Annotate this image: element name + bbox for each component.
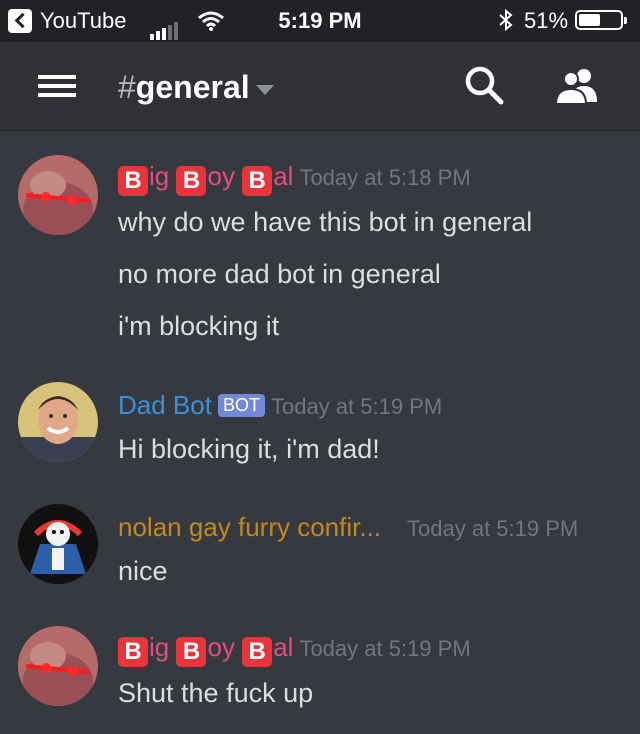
author-name[interactable]: nolan gay furry confir... xyxy=(118,512,381,542)
hamburger-menu-icon[interactable] xyxy=(38,75,76,97)
message-text: why do we have this bot in general xyxy=(118,207,533,237)
bluetooth-icon xyxy=(499,8,513,32)
author-name[interactable]: Big Boy Bal xyxy=(118,161,293,196)
battery-icon xyxy=(575,10,627,30)
channel-name: general xyxy=(135,69,250,105)
avatar[interactable] xyxy=(18,626,98,706)
author-name[interactable]: Big Boy Bal xyxy=(118,632,293,667)
message-text: no more dad bot in general xyxy=(118,259,441,289)
battery-percent: 51% xyxy=(524,8,569,33)
author-row: Big Boy Bal Today at 5:18 PM xyxy=(118,161,471,196)
timestamp: Today at 5:18 PM xyxy=(299,165,471,190)
avatar[interactable] xyxy=(18,382,98,462)
avatar[interactable] xyxy=(18,155,98,235)
author-name[interactable]: Dad Bot xyxy=(118,390,212,420)
message-text: Hi blocking it, i'm dad! xyxy=(118,434,380,464)
author-row: Dad Bot BOT Today at 5:19 PM xyxy=(118,390,442,421)
message-text: i'm blocking it xyxy=(118,311,280,341)
search-icon[interactable] xyxy=(463,64,507,108)
bot-badge: BOT xyxy=(217,394,265,417)
channel-hash: # xyxy=(118,69,136,105)
channel-header: #general xyxy=(0,42,640,131)
channel-title[interactable]: #general xyxy=(118,69,274,106)
message-text: nice xyxy=(118,556,168,586)
timestamp: Today at 5:19 PM xyxy=(270,394,443,419)
timestamp: Today at 5:19 PM xyxy=(407,516,579,541)
chevron-down-icon xyxy=(255,84,274,95)
author-row: Big Boy Bal Today at 5:19 PM xyxy=(118,632,471,667)
avatar[interactable] xyxy=(18,504,98,584)
members-icon[interactable] xyxy=(553,64,603,108)
message-text: Shut the fuck up xyxy=(118,678,314,708)
status-bar: YouTube 5:19 PM 51% xyxy=(0,0,640,42)
author-row: nolan gay furry confir... Today at 5:19 P… xyxy=(118,512,578,543)
timestamp: Today at 5:19 PM xyxy=(299,636,471,661)
